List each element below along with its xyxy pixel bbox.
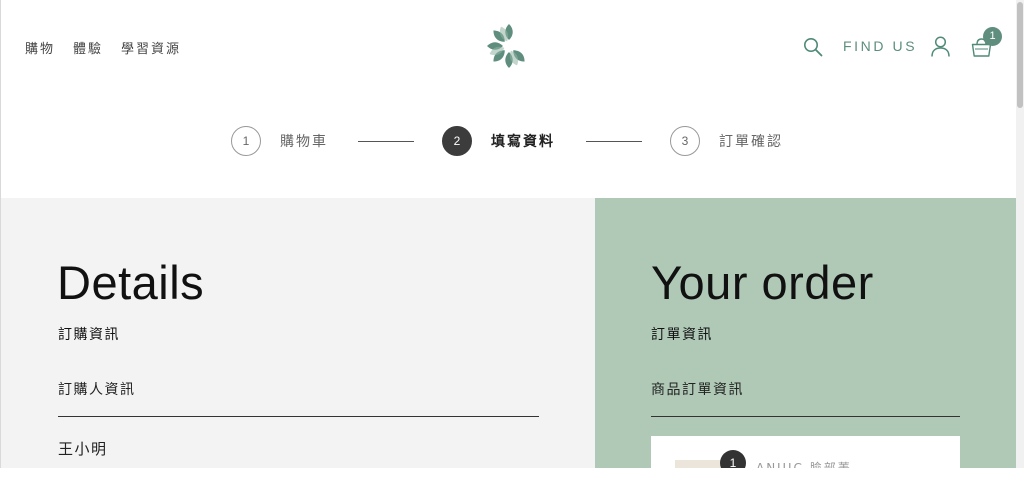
find-us-link[interactable]: FIND US (843, 38, 917, 54)
section-divider (651, 416, 960, 417)
section-divider (58, 416, 539, 417)
window-bottom-edge (0, 468, 1024, 500)
step-number: 1 (231, 126, 261, 156)
orderer-info-heading: 訂購人資訊 (58, 382, 136, 398)
orderer-name-value: 王小明 (58, 440, 108, 458)
user-account-icon[interactable] (931, 36, 950, 57)
order-info-heading: 訂單資訊 (651, 327, 713, 343)
product-order-heading: 商品訂單資訊 (651, 382, 744, 398)
step-number: 3 (670, 126, 700, 156)
step-label: 填寫資料 (491, 134, 555, 150)
step-label: 訂單確認 (719, 134, 783, 150)
brand-logo-icon[interactable] (484, 21, 534, 71)
nav-item-experience[interactable]: 體驗 (73, 38, 103, 57)
step-number: 2 (442, 126, 472, 156)
nav-item-learning[interactable]: 學習資源 (121, 38, 181, 57)
step-cart: 1 購物車 (231, 126, 328, 156)
product-name: ANUIC 臉部菁 (756, 461, 852, 468)
details-title: Details (57, 256, 205, 309)
search-icon[interactable] (803, 37, 823, 57)
order-info-heading: 訂購資訊 (58, 327, 120, 343)
step-connector (586, 141, 642, 142)
order-title: Your order (651, 256, 874, 309)
main-nav: 購物 體驗 學習資源 (25, 38, 181, 57)
scrollbar-thumb[interactable] (1017, 2, 1023, 108)
cart-count-badge: 1 (983, 27, 1002, 46)
step-fill-info: 2 填寫資料 (442, 126, 555, 156)
step-label: 購物車 (280, 134, 328, 150)
nav-item-shopping[interactable]: 購物 (25, 38, 55, 57)
step-confirm: 3 訂單確認 (670, 126, 783, 156)
page-frame: 購物 體驗 學習資源 FIND US 1 1 購物車 2 填寫資料 3 訂單確認… (0, 0, 1016, 468)
step-connector (358, 141, 414, 142)
